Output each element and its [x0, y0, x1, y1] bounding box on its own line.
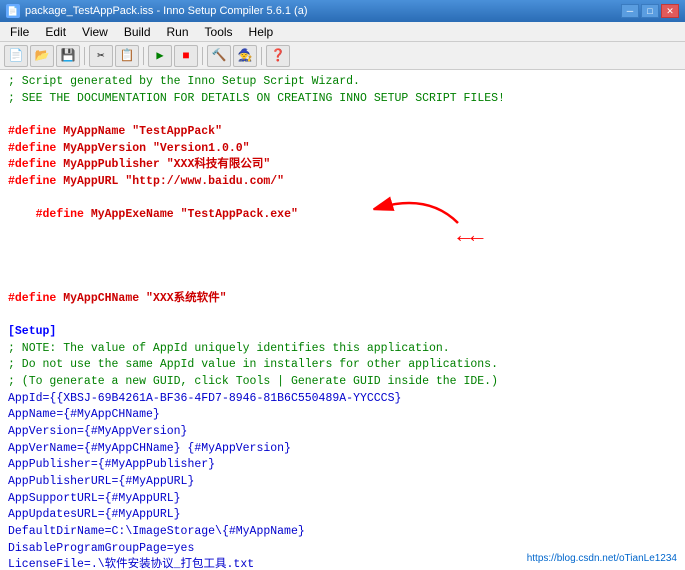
menu-tools[interactable]: Tools: [197, 22, 241, 41]
save-button[interactable]: 💾: [56, 45, 80, 67]
toolbar-sep3: [202, 47, 203, 65]
wizard-button[interactable]: 🧙: [233, 45, 257, 67]
code-line-appver: AppVersion={#MyAppVersion}: [8, 424, 677, 441]
menu-help[interactable]: Help: [241, 22, 282, 41]
toolbar: 📄 📂 💾 ✂ 📋 ▶ ■ 🔨 🧙 ❓: [0, 42, 685, 70]
code-line-appname: AppName={#MyAppCHName}: [8, 407, 677, 424]
toolbar-sep1: [84, 47, 85, 65]
code-line-4: #define MyAppName "TestAppPack": [8, 124, 677, 141]
help-button[interactable]: ❓: [266, 45, 290, 67]
menu-file[interactable]: File: [2, 22, 37, 41]
copy-button[interactable]: 📋: [115, 45, 139, 67]
code-line-5: #define MyAppVersion "Version1.0.0": [8, 141, 677, 158]
title-bar-icon: 📄: [6, 4, 20, 18]
code-line-6: #define MyAppPublisher "XXX科技有限公司": [8, 157, 677, 174]
menu-view[interactable]: View: [74, 22, 116, 41]
code-line-8: #define MyAppExeName "TestAppPack.exe" ←…: [8, 191, 677, 291]
code-line-apppuburl: AppPublisherURL={#MyAppURL}: [8, 474, 677, 491]
code-line-appupdurl: AppUpdatesURL={#MyAppURL}: [8, 507, 677, 524]
code-line-7: #define MyAppURL "http://www.baidu.com/": [8, 174, 677, 191]
compile-button[interactable]: 🔨: [207, 45, 231, 67]
menu-build[interactable]: Build: [116, 22, 159, 41]
menu-edit[interactable]: Edit: [37, 22, 74, 41]
menu-run[interactable]: Run: [159, 22, 197, 41]
title-bar-controls: ─ □ ✕: [621, 4, 679, 18]
code-line-defdir: DefaultDirName=C:\ImageStorage\{#MyAppNa…: [8, 524, 677, 541]
code-line-appsupurl: AppSupportURL={#MyAppURL}: [8, 491, 677, 508]
code-line-blank2: [8, 307, 677, 324]
maximize-button[interactable]: □: [641, 4, 659, 18]
run-button[interactable]: ▶: [148, 45, 172, 67]
code-line-appid: AppId={{XBSJ-69B4261A-BF36-4FD7-8946-81B…: [8, 391, 677, 408]
editor-area[interactable]: ; Script generated by the Inno Setup Scr…: [0, 70, 685, 570]
code-line-c1: ; NOTE: The value of AppId uniquely iden…: [8, 341, 677, 358]
toolbar-sep2: [143, 47, 144, 65]
code-line-9: #define MyAppCHName "XXX系统软件": [8, 291, 677, 308]
close-button[interactable]: ✕: [661, 4, 679, 18]
code-line-appvername: AppVerName={#MyAppCHName} {#MyAppVersion…: [8, 441, 677, 458]
code-line-2: ; SEE THE DOCUMENTATION FOR DETAILS ON C…: [8, 91, 677, 108]
code-line-apppub: AppPublisher={#MyAppPublisher}: [8, 457, 677, 474]
code-line-section: [Setup]: [8, 324, 677, 341]
code-line-c3: ; (To generate a new GUID, click Tools |…: [8, 374, 677, 391]
code-line-blank1: [8, 107, 677, 124]
menu-bar: File Edit View Build Run Tools Help: [0, 22, 685, 42]
toolbar-sep4: [261, 47, 262, 65]
open-button[interactable]: 📂: [30, 45, 54, 67]
title-bar: 📄 package_TestAppPack.iss - Inno Setup C…: [0, 0, 685, 22]
title-bar-text: package_TestAppPack.iss - Inno Setup Com…: [25, 5, 621, 17]
minimize-button[interactable]: ─: [621, 4, 639, 18]
code-line-c2: ; Do not use the same AppId value in ins…: [8, 357, 677, 374]
watermark: https://blog.csdn.net/oTianLe1234: [527, 552, 677, 567]
code-line-1: ; Script generated by the Inno Setup Scr…: [8, 74, 677, 91]
cut-button[interactable]: ✂: [89, 45, 113, 67]
new-button[interactable]: 📄: [4, 45, 28, 67]
stop-button[interactable]: ■: [174, 45, 198, 67]
